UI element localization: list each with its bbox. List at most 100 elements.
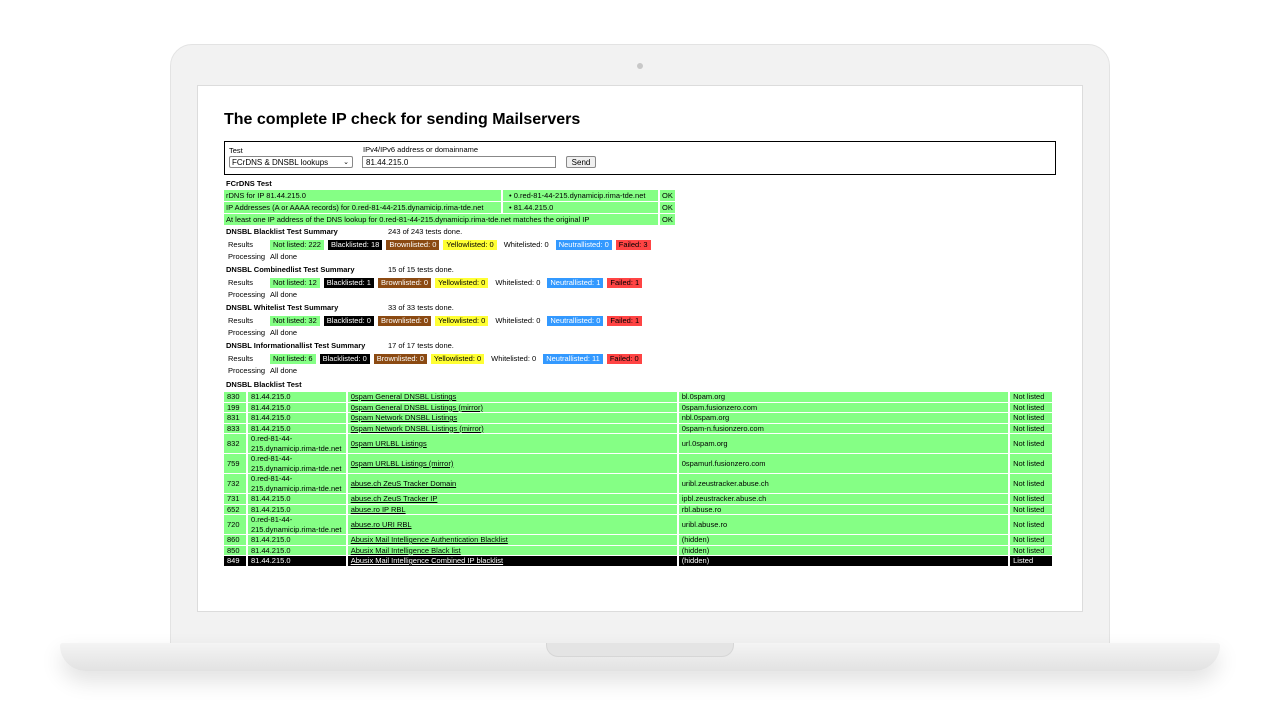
whitelisted-badge: Whitelisted: 0 (495, 277, 541, 287)
camera-dot (637, 63, 643, 69)
row-id: 199 (224, 402, 248, 412)
row-status: Not listed (1010, 413, 1054, 423)
summary-header: DNSBL Combinedlist Test Summary 15 of 15 … (224, 264, 1056, 275)
results-label: Results (228, 354, 254, 363)
summary-results: Results Not listed: 12 Blacklisted: 1 Brown… (224, 277, 1056, 288)
row-name-cell: Abusix Mail Intelligence Authentication … (347, 535, 679, 545)
row-name-cell: abuse.ch ZeuS Tracker Domain (347, 474, 679, 493)
row-id: 850 (224, 545, 248, 555)
row-zone: 0spam-n.fusionzero.com (678, 423, 1011, 433)
summary-results: Results Not listed: 6 Blacklisted: 0 Brownl… (224, 353, 1056, 364)
fcrdns-value: • 0.red-81-44-215.dynamicip.rima-tde.net (503, 190, 658, 201)
summary-done: 243 of 243 tests done. (388, 227, 463, 236)
fcrdns-row: rDNS for IP 81.44.215.0 • 0.red-81-44-215… (224, 190, 1056, 201)
neutrallisted-badge: Neutrallisted: 0 (555, 239, 612, 250)
row-query: 81.44.215.0 (247, 402, 348, 412)
summary-done: 33 of 33 tests done. (388, 303, 454, 312)
row-zone: 0spamurl.fusionzero.com (678, 454, 1011, 473)
blacklist-link[interactable]: 0spam URLBL Listings (mirror) (351, 459, 454, 468)
row-zone: url.0spam.org (678, 434, 1011, 453)
summary-title: DNSBL Blacklist Test Summary (226, 227, 338, 236)
row-id: 652 (224, 504, 248, 514)
summary-title: DNSBL Informationallist Test Summary (226, 341, 366, 350)
blacklist-link[interactable]: 0spam URLBL Listings (351, 439, 427, 448)
row-id: 759 (224, 454, 248, 473)
row-query: 0.red-81-44-215.dynamicip.rima-tde.net (247, 515, 348, 534)
processing-value: All done (270, 366, 298, 375)
not-listed-badge: Not listed: 6 (270, 353, 316, 364)
row-query: 0.red-81-44-215.dynamicip.rima-tde.net (247, 474, 348, 493)
row-id: 731 (224, 494, 248, 504)
row-id: 849 (224, 556, 248, 566)
blacklist-link[interactable]: Abusix Mail Intelligence Combined IP bla… (351, 556, 503, 565)
row-zone: 0spam.fusionzero.com (678, 402, 1011, 412)
summary-header: DNSBL Whitelist Test Summary 33 of 33 tes… (224, 302, 1056, 313)
test-select[interactable]: FCrDNS & DNSBL lookups ⌄ (229, 156, 353, 168)
table-row: 759 0.red-81-44-215.dynamicip.rima-tde.ne… (224, 454, 1054, 473)
row-name-cell: abuse.ro URI RBL (347, 515, 679, 534)
address-input[interactable]: 81.44.215.0 (362, 156, 556, 168)
row-name-cell: Abusix Mail Intelligence Black list (347, 545, 679, 555)
table-row: 860 81.44.215.0 Abusix Mail Intelligence A… (224, 535, 1054, 545)
blacklist-link[interactable]: Abusix Mail Intelligence Authentication … (351, 535, 508, 544)
row-status: Not listed (1010, 504, 1054, 514)
fcrdns-label: At least one IP address of the DNS looku… (224, 214, 658, 225)
summary-title: DNSBL Whitelist Test Summary (226, 303, 339, 312)
summary-header: DNSBL Blacklist Test Summary 243 of 243 t… (224, 226, 1056, 237)
blacklist-title: DNSBL Blacklist Test (226, 380, 302, 389)
brownlisted-badge: Brownlisted: 0 (386, 239, 440, 250)
results-label: Results (228, 278, 254, 287)
fcrdns-value: • 81.44.215.0 (503, 202, 658, 213)
row-id: 832 (224, 434, 248, 453)
failed-badge: Failed: 0 (606, 353, 642, 364)
summary-results: Results Not listed: 222 Blacklisted: 18 Bro… (224, 239, 1056, 250)
row-id: 830 (224, 392, 248, 402)
browser-screen: The complete IP check for sending Mailse… (197, 85, 1083, 612)
fcrdns-status: OK (660, 190, 675, 201)
send-button[interactable]: Send (566, 156, 596, 168)
blacklist-link[interactable]: 0spam General DNSBL Listings (mirror) (351, 403, 483, 412)
fcrdns-row: At least one IP address of the DNS looku… (224, 214, 1056, 225)
row-query: 81.44.215.0 (247, 413, 348, 423)
blacklist-link[interactable]: abuse.ro URI RBL (351, 520, 412, 529)
neutrallisted-badge: Neutrallisted: 11 (543, 353, 603, 364)
row-query: 81.44.215.0 (247, 545, 348, 555)
row-id: 833 (224, 423, 248, 433)
blacklist-link[interactable]: 0spam General DNSBL Listings (351, 392, 457, 401)
table-row-listed: 849 81.44.215.0 Abusix Mail Intelligence C… (224, 556, 1054, 566)
table-row: 833 81.44.215.0 0spam Network DNSBL Listin… (224, 423, 1054, 433)
processing-label: Processing (228, 290, 266, 299)
row-status: Not listed (1010, 423, 1054, 433)
row-status: Not listed (1010, 474, 1054, 493)
blacklist-link[interactable]: abuse.ch ZeuS Tracker Domain (351, 479, 456, 488)
blacklist-link[interactable]: abuse.ch ZeuS Tracker IP (351, 494, 438, 503)
row-status: Not listed (1010, 545, 1054, 555)
fcrdns-title: FCrDNS Test (226, 179, 272, 188)
blacklist-link[interactable]: abuse.ro IP RBL (351, 505, 406, 514)
fcrdns-label: rDNS for IP 81.44.215.0 (224, 190, 501, 201)
failed-badge: Failed: 1 (607, 277, 643, 288)
row-query: 81.44.215.0 (247, 423, 348, 433)
page-title: The complete IP check for sending Mailse… (224, 111, 581, 128)
row-status: Not listed (1010, 402, 1054, 412)
table-row: 850 81.44.215.0 Abusix Mail Intelligence B… (224, 545, 1054, 555)
summary-processing: Processing All done (224, 327, 1056, 339)
results-label: Results (228, 316, 254, 325)
blacklisted-badge: Blacklisted: 0 (319, 353, 370, 364)
whitelisted-badge: Whitelisted: 0 (503, 239, 549, 249)
row-zone: (hidden) (678, 535, 1011, 545)
blacklist-link[interactable]: 0spam Network DNSBL Listings (351, 413, 457, 422)
processing-label: Processing (228, 252, 266, 261)
row-status: Not listed (1010, 454, 1054, 473)
yellowlisted-badge: Yellowlisted: 0 (430, 353, 485, 364)
whitelisted-badge: Whitelisted: 0 (491, 353, 537, 363)
not-listed-badge: Not listed: 222 (270, 239, 324, 250)
brownlisted-badge: Brownlisted: 0 (373, 353, 427, 364)
table-row: 732 0.red-81-44-215.dynamicip.rima-tde.ne… (224, 474, 1054, 493)
yellowlisted-badge: Yellowlisted: 0 (443, 239, 497, 250)
processing-value: All done (270, 290, 298, 299)
blacklist-link[interactable]: Abusix Mail Intelligence Black list (351, 546, 461, 555)
fcrdns-status: OK (660, 202, 675, 213)
blacklist-link[interactable]: 0spam Network DNSBL Listings (mirror) (351, 424, 484, 433)
row-name-cell: 0spam URLBL Listings (mirror) (347, 454, 679, 473)
